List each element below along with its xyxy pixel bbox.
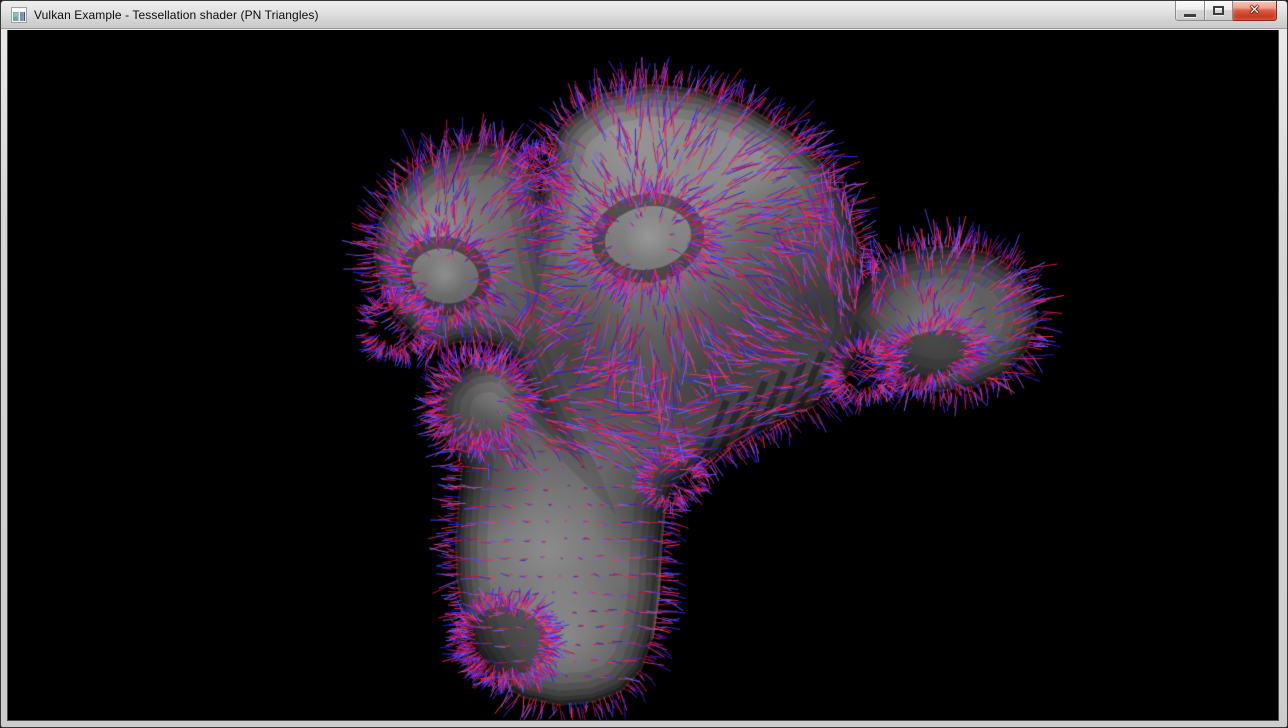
minimize-button[interactable] (1175, 1, 1205, 21)
application-icon[interactable] (11, 7, 27, 23)
minimize-icon (1184, 14, 1196, 17)
render-viewport[interactable] (8, 30, 1279, 721)
window-title: Vulkan Example - Tessellation shader (PN… (34, 8, 319, 22)
viewport-container (7, 30, 1279, 721)
close-button[interactable]: ✕ (1233, 1, 1277, 21)
app-window: Vulkan Example - Tessellation shader (PN… (0, 0, 1288, 728)
window-frame (1, 30, 1287, 728)
titlebar[interactable]: Vulkan Example - Tessellation shader (PN… (1, 1, 1287, 29)
close-icon: ✕ (1249, 2, 1260, 20)
maximize-icon (1213, 6, 1224, 15)
window-controls: ✕ (1175, 1, 1277, 21)
maximize-button[interactable] (1205, 1, 1233, 21)
